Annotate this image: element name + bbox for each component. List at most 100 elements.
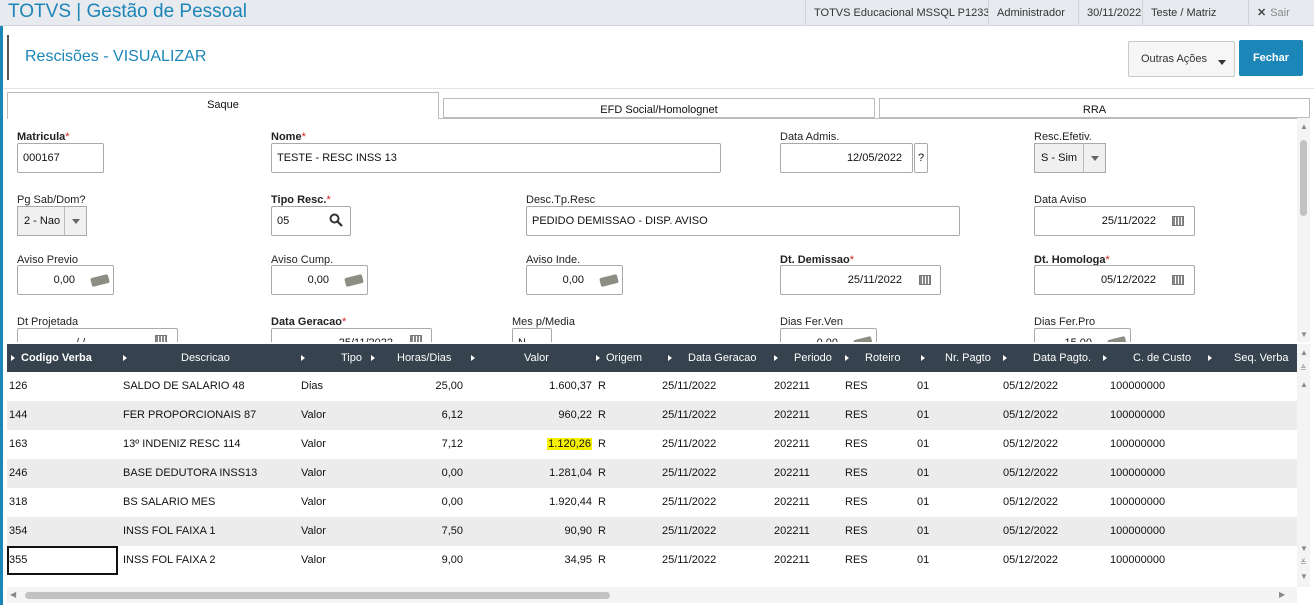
cell-data-pagto[interactable]: 05/12/2022 bbox=[1003, 546, 1103, 575]
cell-horas-dias[interactable]: 7,50 bbox=[371, 517, 463, 546]
cell-origem[interactable]: R bbox=[598, 401, 638, 430]
scroll-bottom-icon[interactable]: ▼ bbox=[1300, 572, 1308, 581]
cell-data-pagto[interactable]: 05/12/2022 bbox=[1003, 401, 1103, 430]
form-scrollbar-thumb[interactable] bbox=[1300, 140, 1307, 216]
cell-valor[interactable]: 1.920,44 bbox=[471, 488, 592, 517]
cell-origem[interactable]: R bbox=[598, 488, 638, 517]
dt-homologa-field[interactable]: 05/12/2022 bbox=[1034, 265, 1195, 295]
cell-centro-custo[interactable]: 100000000 bbox=[1110, 401, 1210, 430]
cell-valor[interactable]: 1.281,04 bbox=[471, 459, 592, 488]
search-icon[interactable] bbox=[329, 213, 343, 227]
grid-horizontal-scrollbar[interactable]: ◀ ▶ bbox=[7, 587, 1297, 603]
col-descricao[interactable]: Descricao bbox=[123, 344, 298, 372]
cell-data-pagto[interactable]: 05/12/2022 bbox=[1003, 488, 1103, 517]
cell-roteiro[interactable]: RES bbox=[845, 459, 915, 488]
cell-centro-custo[interactable]: 100000000 bbox=[1110, 517, 1210, 546]
calendar-icon[interactable] bbox=[155, 335, 167, 342]
calendar-icon[interactable] bbox=[1172, 275, 1184, 285]
calendar-icon[interactable] bbox=[1172, 216, 1184, 226]
scroll-page-up-icon[interactable]: ≜ bbox=[1300, 364, 1307, 373]
col-horas-dias[interactable]: Horas/Dias bbox=[371, 344, 471, 372]
tab-efd-social[interactable]: EFD Social/Homolognet bbox=[443, 98, 875, 118]
col-data-geracao[interactable]: Data Geracao bbox=[668, 344, 773, 372]
dt-demissao-field[interactable]: 25/11/2022 bbox=[780, 265, 941, 295]
scroll-up-icon[interactable]: ▲ bbox=[1300, 380, 1308, 389]
data-admis-field[interactable]: 12/05/2022 bbox=[780, 143, 913, 173]
cell-origem[interactable]: R bbox=[598, 459, 638, 488]
cell-data-pagto[interactable]: 05/12/2022 bbox=[1003, 459, 1103, 488]
cell-centro-custo[interactable]: 100000000 bbox=[1110, 546, 1210, 575]
form-scrollbar[interactable]: ▲ ▼ bbox=[1297, 118, 1310, 342]
cell-horas-dias[interactable]: 9,00 bbox=[371, 546, 463, 575]
cell-tipo[interactable]: Valor bbox=[301, 546, 371, 575]
cell-descricao[interactable]: SALDO DE SALARIO 48 bbox=[123, 372, 298, 401]
cell-valor[interactable]: 1.120,26 bbox=[471, 430, 592, 459]
environment-label[interactable]: TOTVS Educacional MSSQL P1233 bbox=[805, 0, 997, 26]
cell-origem[interactable]: R bbox=[598, 372, 638, 401]
cell-tipo[interactable]: Valor bbox=[301, 401, 371, 430]
cell-codigo-verba[interactable]: 126 bbox=[9, 372, 117, 401]
col-roteiro[interactable]: Roteiro bbox=[845, 344, 920, 372]
calendar-icon[interactable] bbox=[410, 335, 422, 342]
cell-descricao[interactable]: INSS FOL FAIXA 2 bbox=[123, 546, 298, 575]
data-admis-help-button[interactable]: ? bbox=[914, 143, 928, 173]
table-row[interactable]: 318 BS SALARIO MES Valor 0,00 1.920,44 R 25/11… bbox=[7, 488, 1297, 517]
cell-periodo[interactable]: 202211 bbox=[774, 517, 844, 546]
table-row[interactable]: 355 INSS FOL FAIXA 2 Valor 9,00 34,95 R 25/11/… bbox=[7, 546, 1297, 575]
scroll-down-icon[interactable]: ▼ bbox=[1300, 544, 1308, 553]
cell-centro-custo[interactable]: 100000000 bbox=[1110, 372, 1210, 401]
matricula-field[interactable]: 000167 bbox=[17, 143, 104, 173]
cell-descricao[interactable]: BS SALARIO MES bbox=[123, 488, 298, 517]
cell-descricao[interactable]: BASE DEDUTORA INSS13 bbox=[123, 459, 298, 488]
cell-origem[interactable]: R bbox=[598, 546, 638, 575]
cell-data-pagto[interactable]: 05/12/2022 bbox=[1003, 430, 1103, 459]
cell-codigo-verba[interactable]: 318 bbox=[9, 488, 117, 517]
pg-sab-dom-select[interactable]: 2 - Nao bbox=[17, 206, 87, 236]
date-label[interactable]: 30/11/2022 bbox=[1078, 0, 1149, 26]
user-label[interactable]: Administrador bbox=[988, 0, 1073, 26]
table-row[interactable]: 246 BASE DEDUTORA INSS13 Valor 0,00 1.281,04… bbox=[7, 459, 1297, 488]
calendar-icon[interactable] bbox=[919, 275, 931, 285]
grid-scrollbar[interactable]: ▲ ≜ ▲ ▼ ≚ ▼ bbox=[1297, 344, 1310, 587]
cell-centro-custo[interactable]: 100000000 bbox=[1110, 430, 1210, 459]
col-valor[interactable]: Valor bbox=[471, 344, 596, 372]
scroll-top-icon[interactable]: ▲ bbox=[1300, 348, 1308, 357]
nome-field[interactable]: TESTE - RESC INSS 13 bbox=[271, 143, 721, 173]
desc-tp-resc-field[interactable]: PEDIDO DEMISSAO - DISP. AVISO bbox=[526, 206, 960, 236]
cell-data-geracao[interactable]: 25/11/2022 bbox=[662, 372, 762, 401]
grid-horizontal-scrollbar-thumb[interactable] bbox=[25, 592, 610, 599]
tab-saque[interactable]: Saque bbox=[7, 92, 439, 119]
table-row[interactable]: 354 INSS FOL FAIXA 1 Valor 7,50 90,90 R 25/11/… bbox=[7, 517, 1297, 546]
cell-codigo-verba[interactable]: 144 bbox=[9, 401, 117, 430]
cell-nr-pagto[interactable]: 01 bbox=[917, 546, 977, 575]
cell-valor[interactable]: 960,22 bbox=[471, 401, 592, 430]
cell-data-geracao[interactable]: 25/11/2022 bbox=[662, 517, 762, 546]
cell-periodo[interactable]: 202211 bbox=[774, 488, 844, 517]
col-periodo[interactable]: Periodo bbox=[774, 344, 844, 372]
table-row[interactable]: 126 SALDO DE SALARIO 48 Dias 25,00 1.600,37 R… bbox=[7, 372, 1297, 401]
dt-projetada-field[interactable]: / / bbox=[17, 328, 178, 342]
cell-nr-pagto[interactable]: 01 bbox=[917, 372, 977, 401]
cell-tipo[interactable]: Valor bbox=[301, 459, 371, 488]
col-nr-pagto[interactable]: Nr. Pagto bbox=[921, 344, 1003, 372]
cell-tipo[interactable]: Valor bbox=[301, 430, 371, 459]
scroll-right-icon[interactable]: ▶ bbox=[1279, 590, 1285, 599]
cell-roteiro[interactable]: RES bbox=[845, 372, 915, 401]
cell-codigo-verba[interactable]: 246 bbox=[9, 459, 117, 488]
cell-tipo[interactable]: Valor bbox=[301, 488, 371, 517]
cell-data-pagto[interactable]: 05/12/2022 bbox=[1003, 517, 1103, 546]
close-button[interactable]: Fechar bbox=[1239, 40, 1303, 76]
cell-roteiro[interactable]: RES bbox=[845, 546, 915, 575]
cell-periodo[interactable]: 202211 bbox=[774, 546, 844, 575]
cell-descricao[interactable]: FER PROPORCIONAIS 87 bbox=[123, 401, 298, 430]
cell-origem[interactable]: R bbox=[598, 517, 638, 546]
scroll-down-icon[interactable]: ▼ bbox=[1300, 330, 1308, 339]
cell-roteiro[interactable]: RES bbox=[845, 430, 915, 459]
cell-horas-dias[interactable]: 7,12 bbox=[371, 430, 463, 459]
col-seq-verba[interactable]: Seq. Verba bbox=[1208, 344, 1297, 372]
cell-periodo[interactable]: 202211 bbox=[774, 459, 844, 488]
cell-data-geracao[interactable]: 25/11/2022 bbox=[662, 546, 762, 575]
cell-periodo[interactable]: 202211 bbox=[774, 401, 844, 430]
cell-nr-pagto[interactable]: 01 bbox=[917, 401, 977, 430]
table-row[interactable]: 144 FER PROPORCIONAIS 87 Valor 6,12 960,22 R 2… bbox=[7, 401, 1297, 430]
